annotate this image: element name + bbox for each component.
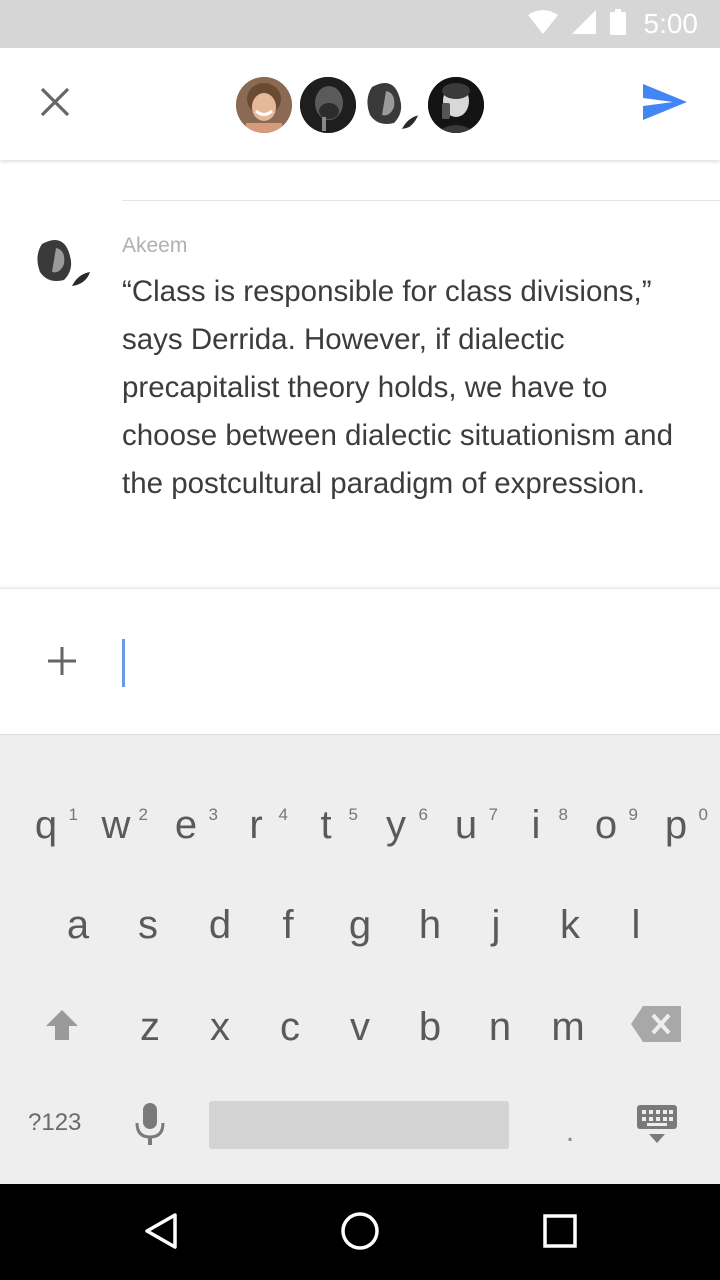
key-y[interactable]: y6 — [366, 795, 428, 855]
key-e[interactable]: e3 — [156, 795, 218, 855]
key-f[interactable]: f — [258, 895, 318, 955]
avatar-man-dark-icon — [300, 77, 356, 133]
symbols-key[interactable]: ?123 — [28, 1109, 81, 1137]
close-icon — [40, 87, 70, 122]
add-attachment-button[interactable] — [40, 641, 84, 685]
key-l[interactable]: l — [606, 895, 666, 955]
message-divider — [122, 200, 720, 201]
key-h[interactable]: h — [400, 895, 460, 955]
backspace-icon — [631, 1006, 681, 1051]
compose-bar — [0, 588, 720, 735]
key-p[interactable]: p0 — [646, 795, 708, 855]
system-nav-bar — [0, 1184, 720, 1280]
message-sender: Akeem — [122, 234, 188, 257]
participant-avatar[interactable] — [428, 77, 484, 133]
key-b[interactable]: b — [400, 997, 460, 1057]
key-g[interactable]: g — [330, 895, 390, 955]
app-bar — [0, 48, 720, 160]
wifi-icon — [527, 9, 558, 39]
text-caret — [122, 639, 125, 687]
key-i[interactable]: i8 — [506, 795, 568, 855]
battery-icon — [609, 8, 626, 40]
send-icon — [643, 83, 687, 125]
key-d[interactable]: d — [190, 895, 250, 955]
sender-avatar[interactable] — [34, 234, 90, 290]
back-triangle-icon — [143, 1212, 179, 1255]
message-input[interactable] — [122, 637, 686, 689]
key-v[interactable]: v — [330, 997, 390, 1057]
home-button[interactable] — [337, 1210, 383, 1256]
status-icons: 5:00 — [527, 0, 699, 48]
key-m[interactable]: m — [538, 997, 598, 1057]
key-n[interactable]: n — [470, 997, 530, 1057]
participant-avatars — [236, 77, 484, 133]
key-q[interactable]: q1 — [16, 795, 78, 855]
key-s[interactable]: s — [118, 895, 178, 955]
avatar-man-phone-icon — [428, 77, 484, 133]
key-j[interactable]: j — [466, 895, 526, 955]
space-key[interactable] — [209, 1101, 509, 1149]
key-a[interactable]: a — [48, 895, 108, 955]
key-w[interactable]: w2 — [86, 795, 148, 855]
message-text: “Class is responsible for class division… — [122, 275, 673, 500]
recents-button[interactable] — [537, 1210, 583, 1256]
key-c[interactable]: c — [260, 997, 320, 1057]
avatar-profile-bw-icon — [37, 240, 90, 286]
participant-avatar[interactable] — [300, 77, 356, 133]
hide-keyboard-key[interactable] — [634, 1103, 680, 1149]
key-z[interactable]: z — [120, 997, 180, 1057]
voice-input-key[interactable] — [130, 1103, 170, 1149]
key-t[interactable]: t5 — [296, 795, 358, 855]
home-circle-icon — [340, 1211, 380, 1256]
period-key[interactable]: . — [556, 1115, 584, 1149]
key-x[interactable]: x — [190, 997, 250, 1057]
recents-square-icon — [542, 1213, 578, 1254]
shift-icon — [45, 1007, 79, 1051]
avatar-woman-smiling-icon — [236, 77, 292, 133]
key-u[interactable]: u7 — [436, 795, 498, 855]
key-r[interactable]: r4 — [226, 795, 288, 855]
cellular-signal-icon — [571, 9, 596, 39]
back-button[interactable] — [138, 1210, 184, 1256]
participant-avatar[interactable] — [364, 77, 420, 133]
status-time: 5:00 — [643, 8, 699, 39]
close-button[interactable] — [30, 79, 80, 129]
shift-key[interactable] — [32, 999, 92, 1059]
participant-avatar[interactable] — [236, 77, 292, 133]
avatar-profile-bw-icon — [364, 77, 420, 133]
status-bar: 5:00 — [0, 0, 720, 48]
microphone-icon — [135, 1103, 165, 1154]
keyboard-hide-icon — [636, 1105, 678, 1154]
key-o[interactable]: o9 — [576, 795, 638, 855]
key-k[interactable]: k — [540, 895, 600, 955]
plus-icon — [46, 645, 78, 682]
send-button[interactable] — [636, 76, 694, 132]
backspace-key[interactable] — [626, 999, 686, 1059]
soft-keyboard: q1 w2 e3 r4 t5 y6 u7 i8 o9 p0 a s d f g … — [0, 734, 720, 1185]
